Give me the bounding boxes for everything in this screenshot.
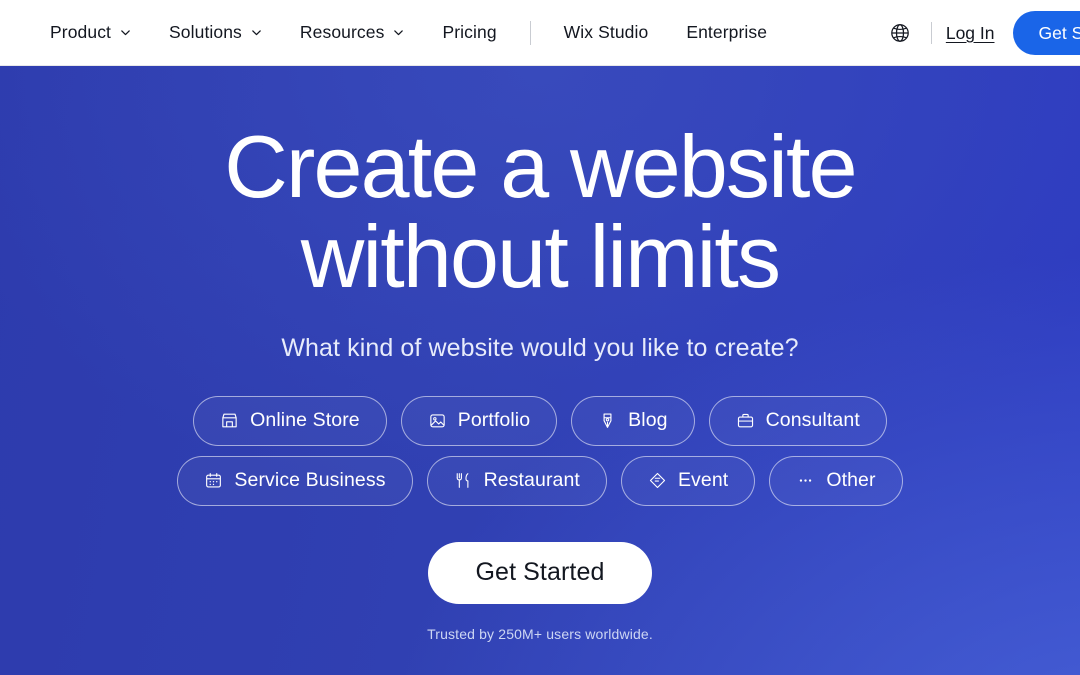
category-chip-online-store[interactable]: Online Store bbox=[193, 395, 387, 446]
briefcase-icon bbox=[737, 413, 753, 428]
category-chip-service-business[interactable]: Service Business bbox=[177, 455, 413, 506]
category-chip-restaurant[interactable]: Restaurant bbox=[426, 455, 607, 506]
chevron-down-icon bbox=[252, 30, 261, 36]
image-portfolio-icon bbox=[430, 414, 445, 428]
pen-nib-icon bbox=[603, 413, 612, 428]
nav-item-solutions[interactable]: Solutions bbox=[150, 16, 281, 49]
category-chip-label: Other bbox=[826, 469, 876, 491]
store-icon bbox=[222, 413, 237, 428]
primary-navigation: Product Solutions Resources Pricing Wix … bbox=[50, 16, 786, 49]
category-chip-label: Consultant bbox=[765, 409, 860, 431]
ticket-icon bbox=[649, 472, 666, 489]
fork-knife-icon bbox=[456, 473, 468, 488]
category-chip-event[interactable]: Event bbox=[620, 455, 756, 506]
category-chip-label: Service Business bbox=[234, 469, 386, 491]
category-chip-label: Blog bbox=[628, 409, 668, 431]
chevron-down-icon bbox=[394, 30, 404, 36]
category-chip-group: Online Store Portfolio Blog Consultant S… bbox=[90, 395, 990, 506]
headline-line-2: without limits bbox=[300, 206, 781, 306]
nav-item-label: Solutions bbox=[169, 22, 242, 42]
hero-cta-wrapper: Get Started bbox=[427, 541, 653, 604]
language-selector-button[interactable] bbox=[883, 16, 917, 50]
calendar-icon bbox=[206, 473, 222, 488]
nav-item-label: Resources bbox=[299, 22, 385, 42]
header-divider bbox=[930, 22, 932, 44]
globe-icon bbox=[891, 24, 909, 42]
page-root: Product Solutions Resources Pricing Wix … bbox=[0, 0, 1080, 675]
log-in-link[interactable]: Log In bbox=[946, 23, 995, 44]
nav-item-label: Wix Studio bbox=[563, 22, 649, 42]
category-chip-row-1: Online Store Portfolio Blog Consultant bbox=[193, 395, 887, 446]
page-title: Create a website without limits bbox=[224, 122, 857, 306]
header-actions: Log In Get Started bbox=[883, 0, 1080, 66]
category-chip-label: Event bbox=[677, 469, 729, 491]
hero-content: Create a website without limits What kin… bbox=[0, 66, 1080, 675]
category-chip-consultant[interactable]: Consultant bbox=[708, 395, 887, 446]
category-chip-label: Online Store bbox=[250, 409, 360, 431]
category-chip-label: Restaurant bbox=[483, 469, 580, 491]
site-header: Product Solutions Resources Pricing Wix … bbox=[0, 0, 1080, 66]
hero-subheading: What kind of website would you like to c… bbox=[281, 333, 799, 362]
nav-item-pricing[interactable]: Pricing bbox=[423, 16, 515, 49]
nav-item-wix-studio[interactable]: Wix Studio bbox=[545, 16, 668, 49]
chevron-down-icon bbox=[121, 30, 130, 36]
nav-divider bbox=[529, 20, 531, 45]
category-chip-other[interactable]: Other bbox=[769, 455, 903, 506]
nav-item-product[interactable]: Product bbox=[50, 16, 150, 49]
nav-item-enterprise[interactable]: Enterprise bbox=[667, 16, 786, 49]
trust-statement: Trusted by 250M+ users worldwide. bbox=[427, 625, 653, 642]
ellipsis-icon bbox=[800, 479, 812, 482]
nav-item-label: Enterprise bbox=[686, 22, 768, 42]
hero-section: Create a website without limits What kin… bbox=[0, 66, 1080, 675]
headline-line-1: Create a website bbox=[224, 117, 857, 216]
nav-item-label: Product bbox=[50, 22, 112, 42]
category-chip-row-2: Service Business Restaurant Event Other bbox=[177, 455, 903, 506]
header-get-started-button[interactable]: Get Started bbox=[1012, 11, 1080, 55]
category-chip-blog[interactable]: Blog bbox=[571, 395, 695, 446]
category-chip-portfolio[interactable]: Portfolio bbox=[400, 395, 558, 446]
nav-item-label: Pricing bbox=[442, 22, 497, 42]
nav-item-resources[interactable]: Resources bbox=[281, 16, 424, 49]
category-chip-label: Portfolio bbox=[457, 409, 531, 431]
hero-get-started-button[interactable]: Get Started bbox=[427, 541, 653, 604]
